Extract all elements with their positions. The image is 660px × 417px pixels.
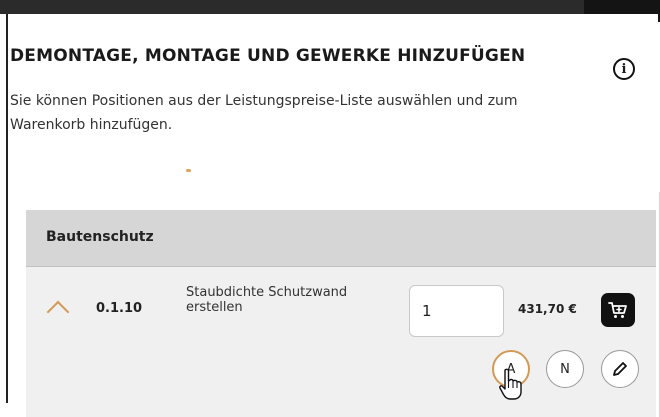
panel-subtitle: Sie können Positionen aus der Leistungsp… [10, 93, 518, 133]
top-dark-bar [0, 0, 584, 14]
n-button[interactable]: N [546, 350, 584, 388]
category-header[interactable]: Bautenschutz [26, 210, 656, 267]
chevron-up-icon[interactable] [46, 300, 70, 324]
table-row: 0.1.10 Staubdichte Schutzwand erstellen … [26, 267, 656, 417]
pencil-icon [613, 362, 627, 376]
panel-title: DEMONTAGE, MONTAGE UND GEWERKE HINZUFÜGE… [10, 46, 526, 66]
position-price: 431,70 € [518, 302, 577, 316]
add-services-panel: DEMONTAGE, MONTAGE UND GEWERKE HINZUFÜGE… [6, 14, 660, 417]
position-description: Staubdichte Schutzwand erstellen [186, 285, 348, 315]
edit-button[interactable] [601, 350, 639, 388]
n-button-label: N [560, 361, 570, 377]
add-to-cart-button[interactable] [601, 293, 635, 327]
position-number: 0.1.10 [96, 301, 143, 316]
scroll-remnant-mark [186, 169, 191, 172]
category-label: Bautenschutz [46, 229, 154, 245]
cart-icon [608, 302, 627, 318]
info-icon[interactable]: i [613, 58, 635, 80]
hand-cursor-icon [499, 368, 522, 400]
quantity-input[interactable] [409, 285, 504, 337]
services-table: Bautenschutz 0.1.10 Staubdichte Schutzwa… [26, 210, 656, 417]
